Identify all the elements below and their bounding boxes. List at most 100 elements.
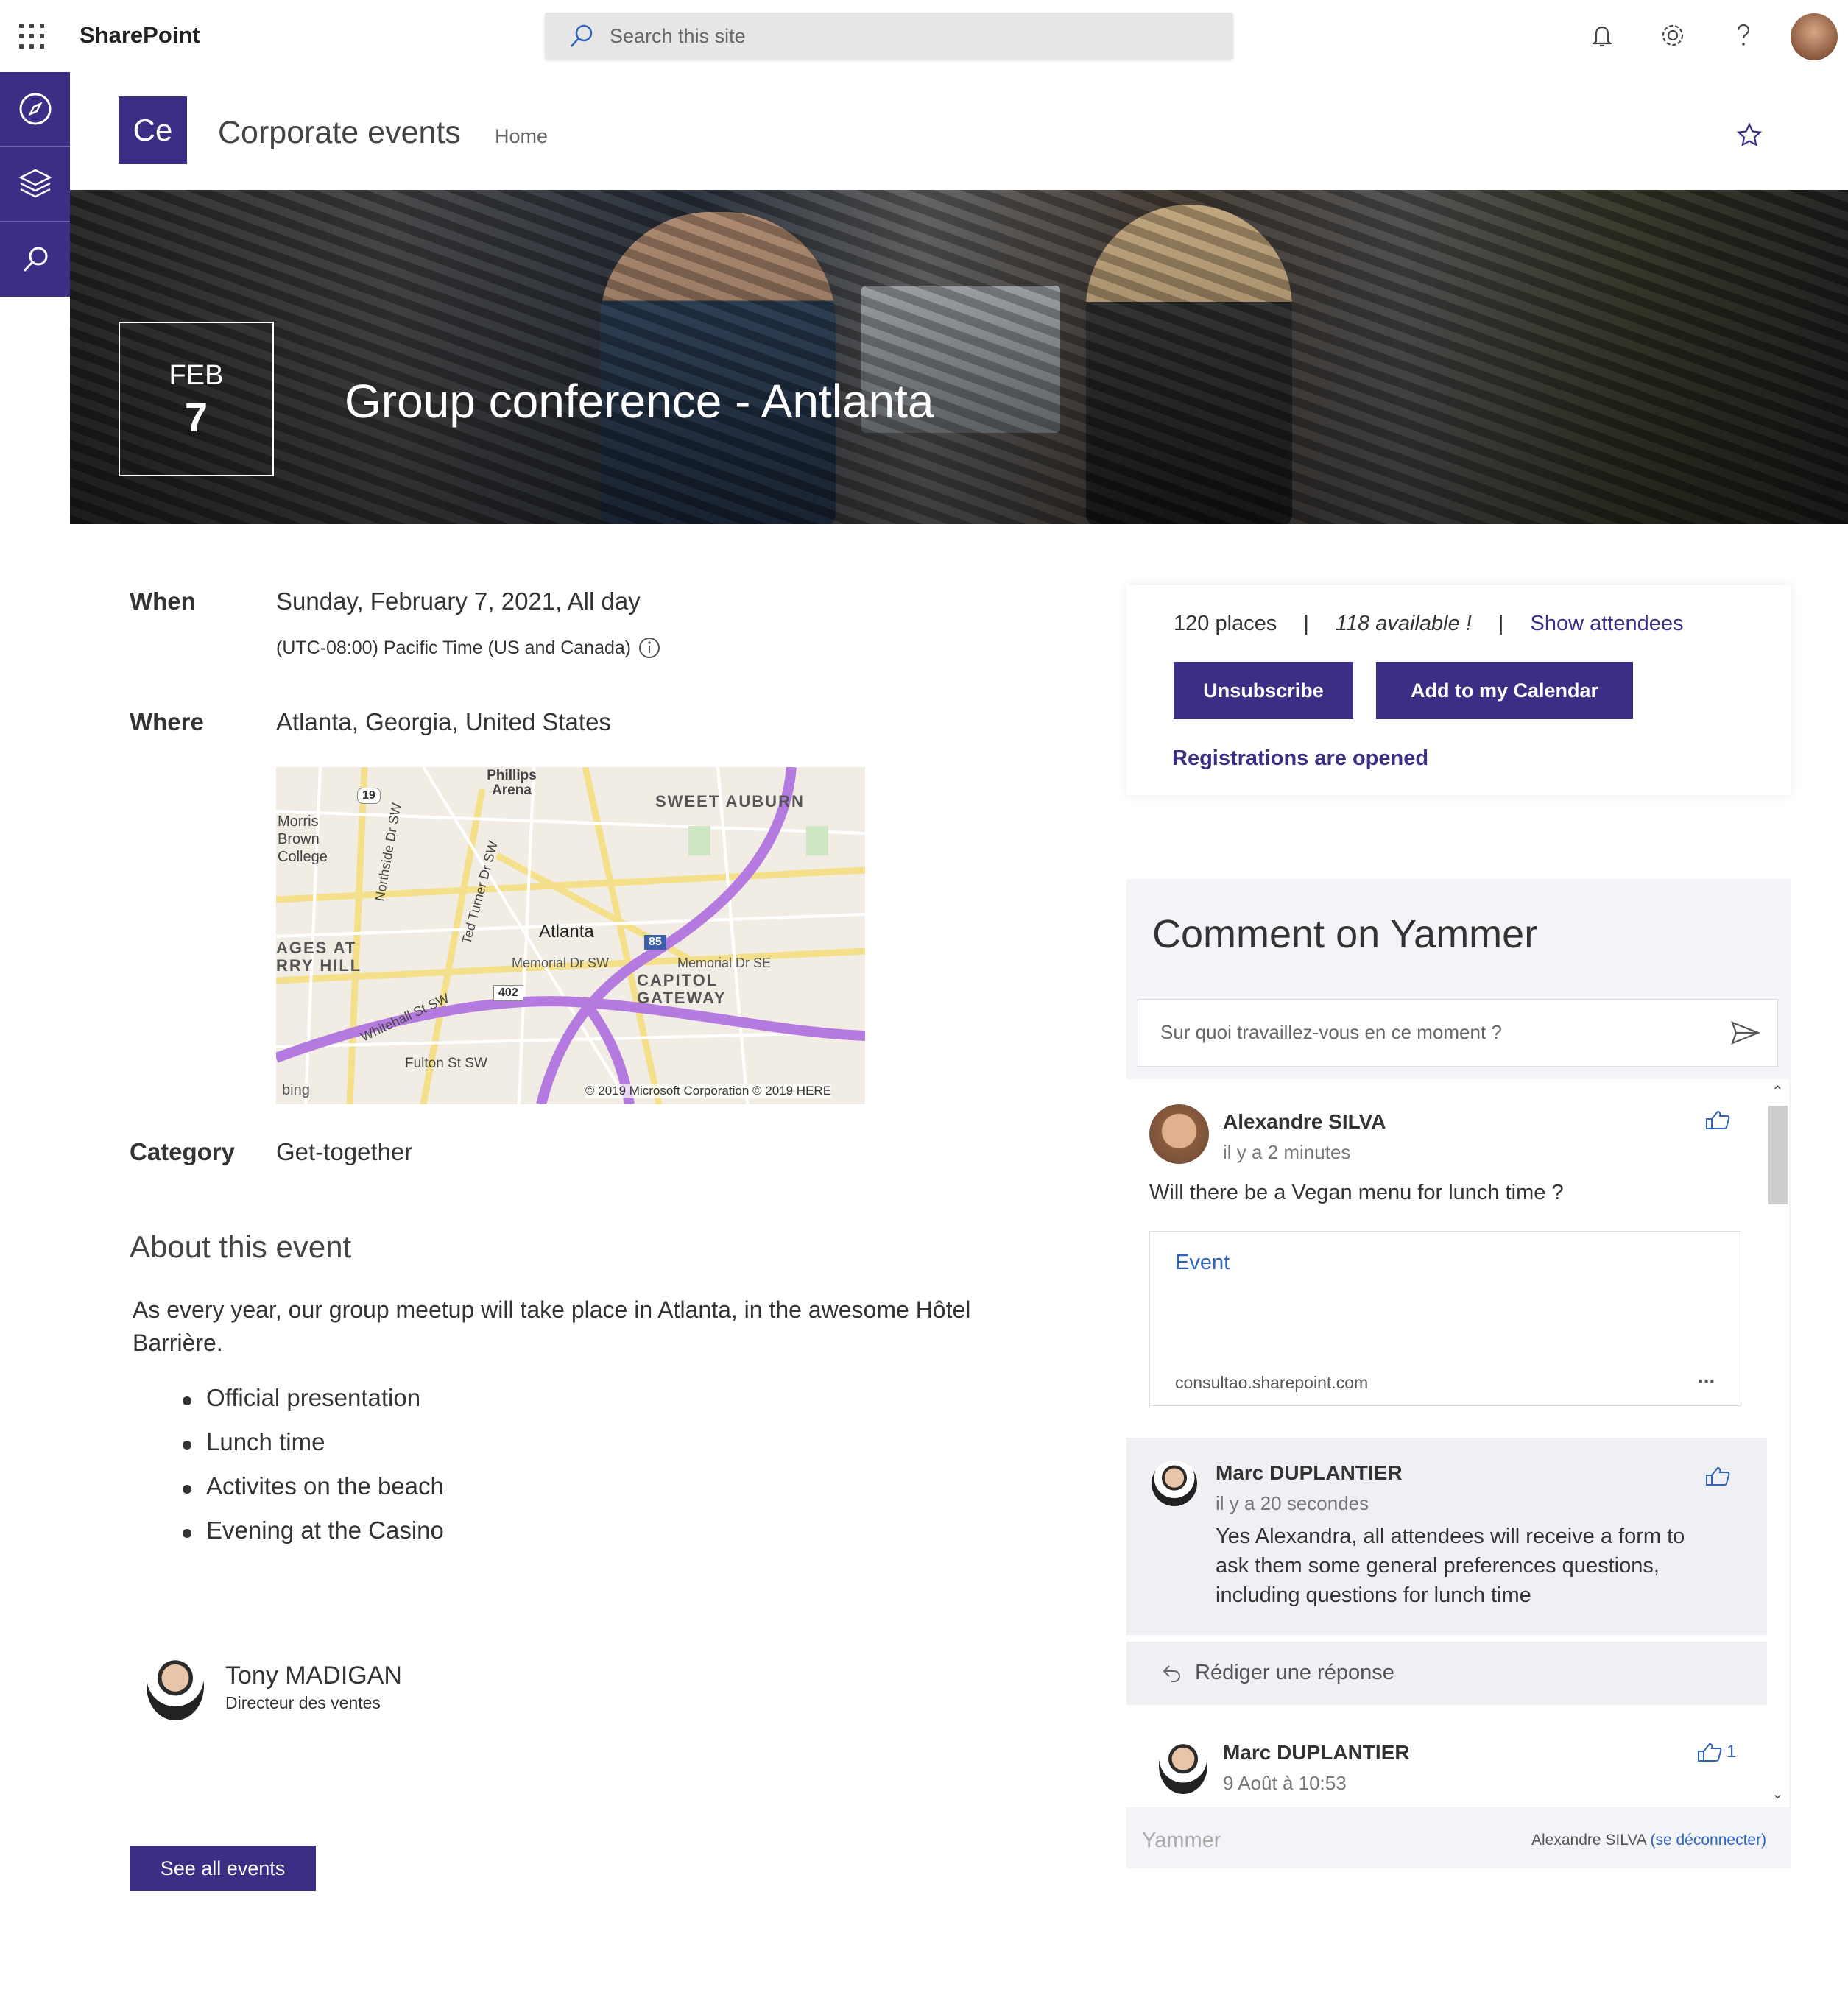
route-shield: 85: [644, 935, 666, 950]
post-body: Yes Alexandra, all attendees will receiv…: [1216, 1525, 1685, 1607]
link-preview-title[interactable]: Event: [1175, 1251, 1230, 1275]
map-label: Morris Brown College: [278, 813, 328, 865]
category-value: Get-together: [276, 1138, 413, 1165]
reply-icon: [1163, 1665, 1180, 1682]
author-avatar: [1149, 1104, 1209, 1164]
post-author[interactable]: Marc DUPLANTIER: [1223, 1741, 1410, 1765]
post-time: 9 Août à 10:53: [1223, 1772, 1347, 1794]
hero-overlay: [70, 190, 1848, 524]
location-map[interactable]: Phillips Arena SWEET AUBURN Morris Brown…: [276, 767, 865, 1104]
info-icon[interactable]: [637, 635, 662, 660]
like-icon[interactable]: [1696, 1741, 1723, 1763]
yammer-input-placeholder: Sur quoi travaillez-vous en ce moment ?: [1160, 1021, 1502, 1043]
compass-icon: [19, 93, 51, 125]
show-attendees-link[interactable]: Show attendees: [1531, 612, 1684, 635]
app-brand[interactable]: SharePoint: [80, 22, 200, 49]
link-preview-card[interactable]: Event consultao.sharepoint.com ...: [1149, 1231, 1741, 1406]
list-item: Evening at the Casino: [183, 1516, 444, 1561]
star-icon[interactable]: [1736, 122, 1763, 149]
author-avatar: [1159, 1737, 1207, 1794]
yammer-footer-user: Alexandre SILVA (se déconnecter): [1531, 1832, 1766, 1849]
map-copyright: © 2019 Microsoft Corporation © 2019 HERE: [585, 1084, 832, 1098]
signed-in-user: Alexandre SILVA: [1531, 1832, 1646, 1849]
map-label: Memorial Dr SE: [677, 956, 772, 970]
map-label: Phillips Arena: [487, 768, 537, 798]
contact-role: Directeur des ventes: [225, 1693, 381, 1712]
more-options-icon[interactable]: ...: [1698, 1364, 1715, 1388]
where-value: Atlanta, Georgia, United States: [276, 708, 611, 735]
nav-home[interactable]: Home: [495, 125, 548, 148]
author-avatar: [1152, 1461, 1197, 1506]
avatar[interactable]: [1791, 13, 1838, 60]
post-time: il y a 20 secondes: [1216, 1492, 1369, 1514]
search-placeholder: Search this site: [610, 25, 746, 47]
list-item: Official presentation: [183, 1384, 444, 1428]
event-date: FEB 7: [119, 322, 274, 476]
map-label: Atlanta: [539, 922, 594, 942]
reply-item: Marc DUPLANTIER il y a 20 secondes Yes A…: [1126, 1438, 1767, 1635]
when-label: When: [130, 587, 196, 615]
event-month: FEB: [169, 360, 224, 391]
site-logo[interactable]: Ce: [119, 96, 187, 164]
separator: |: [1303, 612, 1309, 635]
about-list: Official presentation Lunch time Activit…: [183, 1384, 444, 1561]
rail-item-sites[interactable]: [0, 147, 70, 222]
map-label: AGES AT RRY HILL: [276, 939, 362, 975]
list-item: Lunch time: [183, 1428, 444, 1472]
like-count: 1: [1727, 1742, 1737, 1762]
rail-item-search[interactable]: [0, 222, 70, 297]
contact-avatar: [147, 1652, 204, 1720]
see-all-events-button[interactable]: See all events: [130, 1846, 316, 1891]
feed-scrollbar[interactable]: ⌃ ⌄: [1767, 1079, 1789, 1807]
where-label: Where: [130, 708, 204, 735]
yammer-input[interactable]: Sur quoi travaillez-vous en ce moment ?: [1138, 999, 1778, 1067]
search-icon: [571, 24, 593, 47]
post-author[interactable]: Alexandre SILVA: [1223, 1110, 1386, 1134]
waffle-icon[interactable]: [19, 24, 44, 49]
places-count: 120 places: [1174, 612, 1277, 635]
post-time: il y a 2 minutes: [1223, 1141, 1351, 1163]
scrollbar-thumb[interactable]: [1768, 1106, 1788, 1204]
when-value: Sunday, February 7, 2021, All day: [276, 587, 641, 615]
scroll-up-icon[interactable]: ⌃: [1771, 1082, 1784, 1101]
help-icon[interactable]: [1729, 21, 1758, 50]
yammer-footer-brand: Yammer: [1142, 1829, 1221, 1852]
scroll-down-icon[interactable]: ⌄: [1771, 1784, 1784, 1803]
map-label: SWEET AUBURN: [655, 792, 805, 811]
search-icon: [23, 247, 47, 272]
map-label: CAPITOL GATEWAY: [637, 971, 727, 1007]
logout-link[interactable]: (se déconnecter): [1651, 1832, 1767, 1849]
map-label: Memorial Dr SW: [512, 956, 610, 970]
left-rail: [0, 72, 70, 297]
send-icon[interactable]: [1731, 1020, 1760, 1045]
reply-placeholder: Rédiger une réponse: [1195, 1661, 1394, 1684]
yammer-feed: Alexandre SILVA il y a 2 minutes Will th…: [1126, 1079, 1767, 1807]
like-icon[interactable]: [1704, 1109, 1731, 1131]
separator: |: [1498, 612, 1504, 635]
hero-banner: [70, 190, 1848, 524]
bell-icon[interactable]: [1587, 21, 1617, 50]
timezone: (UTC-08:00) Pacific Time (US and Canada): [276, 638, 632, 658]
bing-logo: bing: [282, 1082, 310, 1098]
post-body: Will there be a Vegan menu for lunch tim…: [1149, 1181, 1564, 1204]
yammer-title: Comment on Yammer: [1152, 912, 1538, 956]
list-item: Activites on the beach: [183, 1472, 444, 1516]
registration-summary: 120 places | 118 available ! | Show atte…: [1174, 612, 1683, 636]
post-author[interactable]: Marc DUPLANTIER: [1216, 1461, 1403, 1485]
reply-input[interactable]: Rédiger une réponse: [1126, 1642, 1767, 1705]
rail-item-home[interactable]: [0, 72, 70, 147]
event-title: Group conference - Antlanta: [345, 375, 934, 428]
about-title: About this event: [130, 1229, 352, 1264]
available-count: 118 available !: [1335, 612, 1472, 635]
site-title[interactable]: Corporate events: [218, 115, 461, 151]
search-input[interactable]: Search this site: [545, 13, 1233, 59]
route-shield: 19: [357, 788, 381, 804]
event-day: 7: [184, 394, 208, 440]
like-icon[interactable]: [1704, 1465, 1731, 1487]
add-to-calendar-button[interactable]: Add to my Calendar: [1376, 662, 1633, 719]
gear-icon[interactable]: [1658, 21, 1687, 50]
registration-status: Registrations are opened: [1172, 746, 1429, 770]
unsubscribe-button[interactable]: Unsubscribe: [1174, 662, 1353, 719]
route-shield: 402: [493, 985, 523, 1001]
contact-name[interactable]: Tony MADIGAN: [225, 1662, 402, 1690]
